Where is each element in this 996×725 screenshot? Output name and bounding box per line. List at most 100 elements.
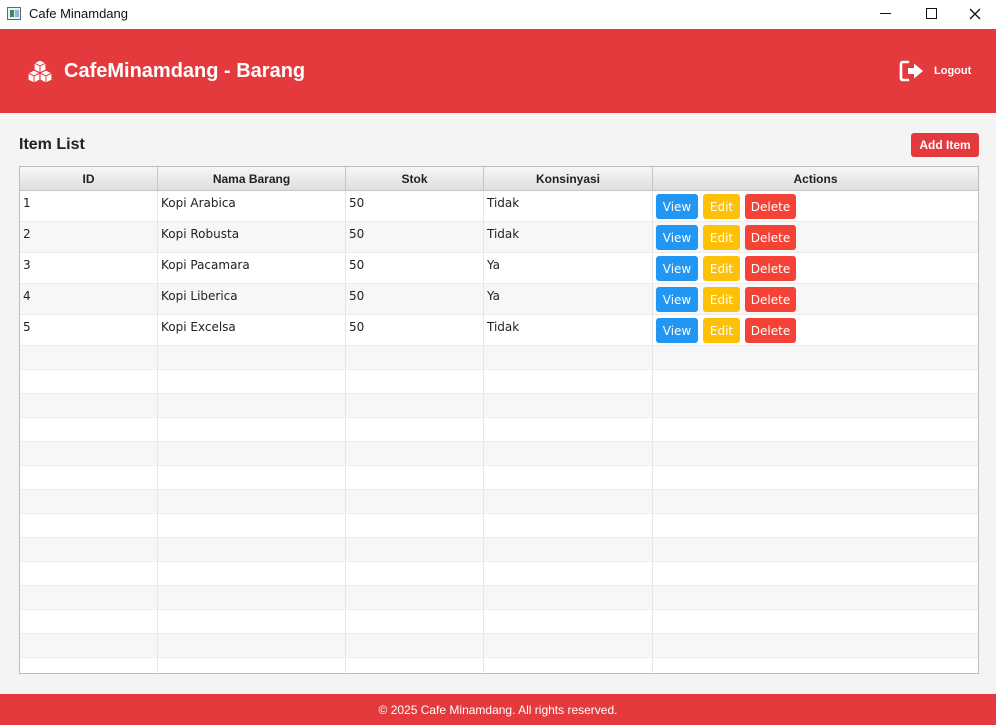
empty-table-row — [20, 634, 978, 658]
table-body: 1 Kopi Arabica 50 Tidak View Edit Delete 2 Kopi … — [20, 191, 978, 673]
empty-cell — [20, 562, 158, 585]
empty-table-row — [20, 394, 978, 418]
empty-cell — [653, 394, 978, 417]
empty-cell — [158, 586, 346, 609]
footer: © 2025 Cafe Minamdang. All rights reserv… — [0, 694, 996, 725]
empty-cell — [20, 658, 158, 673]
edit-button[interactable]: Edit — [703, 225, 740, 250]
column-header-konsinyasi[interactable]: Konsinyasi — [484, 167, 653, 191]
empty-cell — [346, 634, 484, 657]
close-button[interactable] — [952, 0, 996, 29]
empty-cell — [484, 610, 653, 633]
app-window-icon — [7, 7, 21, 20]
items-table: ID Nama Barang Stok Konsinyasi Actions 1… — [19, 166, 979, 674]
table-row[interactable]: 1 Kopi Arabica 50 Tidak View Edit Delete — [20, 191, 978, 222]
empty-cell — [20, 610, 158, 633]
table-row[interactable]: 5 Kopi Excelsa 50 Tidak View Edit Delete — [20, 315, 978, 346]
delete-button[interactable]: Delete — [745, 287, 796, 312]
empty-cell — [653, 634, 978, 657]
logout-button[interactable]: Logout — [899, 59, 971, 83]
logout-label: Logout — [934, 65, 972, 77]
empty-cell — [158, 562, 346, 585]
cell-actions: View Edit Delete — [653, 253, 978, 283]
cell-stok: 50 — [346, 191, 484, 221]
empty-cell — [158, 634, 346, 657]
page-title: CafeMinamdang - Barang — [64, 60, 306, 82]
empty-table-row — [20, 658, 978, 673]
cell-id: 5 — [20, 315, 158, 345]
empty-cell — [653, 514, 978, 537]
add-item-button[interactable]: Add Item — [911, 133, 979, 157]
app-header: CafeMinamdang - Barang Logout — [0, 29, 996, 113]
empty-cell — [158, 610, 346, 633]
cell-konsinyasi: Tidak — [484, 191, 653, 221]
empty-cell — [346, 562, 484, 585]
empty-cell — [346, 538, 484, 561]
empty-cell — [484, 466, 653, 489]
delete-button[interactable]: Delete — [745, 194, 796, 219]
empty-table-row — [20, 538, 978, 562]
view-button[interactable]: View — [656, 194, 698, 219]
table-row[interactable]: 2 Kopi Robusta 50 Tidak View Edit Delete — [20, 222, 978, 253]
edit-button[interactable]: Edit — [703, 318, 740, 343]
empty-table-row — [20, 466, 978, 490]
empty-cell — [346, 586, 484, 609]
empty-cell — [346, 610, 484, 633]
cell-nama-barang: Kopi Arabica — [158, 191, 346, 221]
delete-button[interactable]: Delete — [745, 256, 796, 281]
empty-cell — [158, 346, 346, 369]
edit-button[interactable]: Edit — [703, 287, 740, 312]
empty-cell — [158, 538, 346, 561]
empty-cell — [653, 442, 978, 465]
cell-stok: 50 — [346, 284, 484, 314]
cell-stok: 50 — [346, 253, 484, 283]
edit-button[interactable]: Edit — [703, 194, 740, 219]
empty-table-row — [20, 490, 978, 514]
empty-cell — [158, 418, 346, 441]
delete-button[interactable]: Delete — [745, 318, 796, 343]
empty-cell — [20, 586, 158, 609]
empty-cell — [346, 658, 484, 673]
empty-cell — [484, 370, 653, 393]
sign-out-icon — [899, 60, 923, 82]
empty-cell — [158, 442, 346, 465]
empty-cell — [20, 370, 158, 393]
table-row[interactable]: 3 Kopi Pacamara 50 Ya View Edit Delete — [20, 253, 978, 284]
column-header-id[interactable]: ID — [20, 167, 158, 191]
cell-id: 1 — [20, 191, 158, 221]
empty-table-row — [20, 346, 978, 370]
column-header-nama-barang[interactable]: Nama Barang — [158, 167, 346, 191]
footer-copyright: © 2025 Cafe Minamdang. All rights reserv… — [378, 702, 618, 717]
view-button[interactable]: View — [656, 256, 698, 281]
cell-nama-barang: Kopi Pacamara — [158, 253, 346, 283]
empty-cell — [158, 394, 346, 417]
empty-table-row — [20, 418, 978, 442]
section-title: Item List — [19, 136, 85, 153]
edit-button[interactable]: Edit — [703, 256, 740, 281]
empty-cell — [653, 418, 978, 441]
empty-cell — [484, 538, 653, 561]
empty-cell — [158, 370, 346, 393]
empty-cell — [346, 514, 484, 537]
empty-cell — [653, 538, 978, 561]
empty-cell — [484, 658, 653, 673]
empty-cell — [653, 490, 978, 513]
empty-cell — [484, 394, 653, 417]
delete-button[interactable]: Delete — [745, 225, 796, 250]
empty-cell — [484, 634, 653, 657]
empty-cell — [158, 658, 346, 673]
column-header-stok[interactable]: Stok — [346, 167, 484, 191]
cell-nama-barang: Kopi Liberica — [158, 284, 346, 314]
column-header-actions[interactable]: Actions — [653, 167, 978, 191]
empty-cell — [484, 586, 653, 609]
cell-nama-barang: Kopi Excelsa — [158, 315, 346, 345]
view-button[interactable]: View — [656, 287, 698, 312]
view-button[interactable]: View — [656, 225, 698, 250]
maximize-button[interactable] — [908, 0, 954, 29]
view-button[interactable]: View — [656, 318, 698, 343]
empty-cell — [346, 418, 484, 441]
table-row[interactable]: 4 Kopi Liberica 50 Ya View Edit Delete — [20, 284, 978, 315]
empty-cell — [346, 346, 484, 369]
table-header: ID Nama Barang Stok Konsinyasi Actions — [20, 167, 978, 191]
minimize-button[interactable] — [862, 0, 908, 29]
